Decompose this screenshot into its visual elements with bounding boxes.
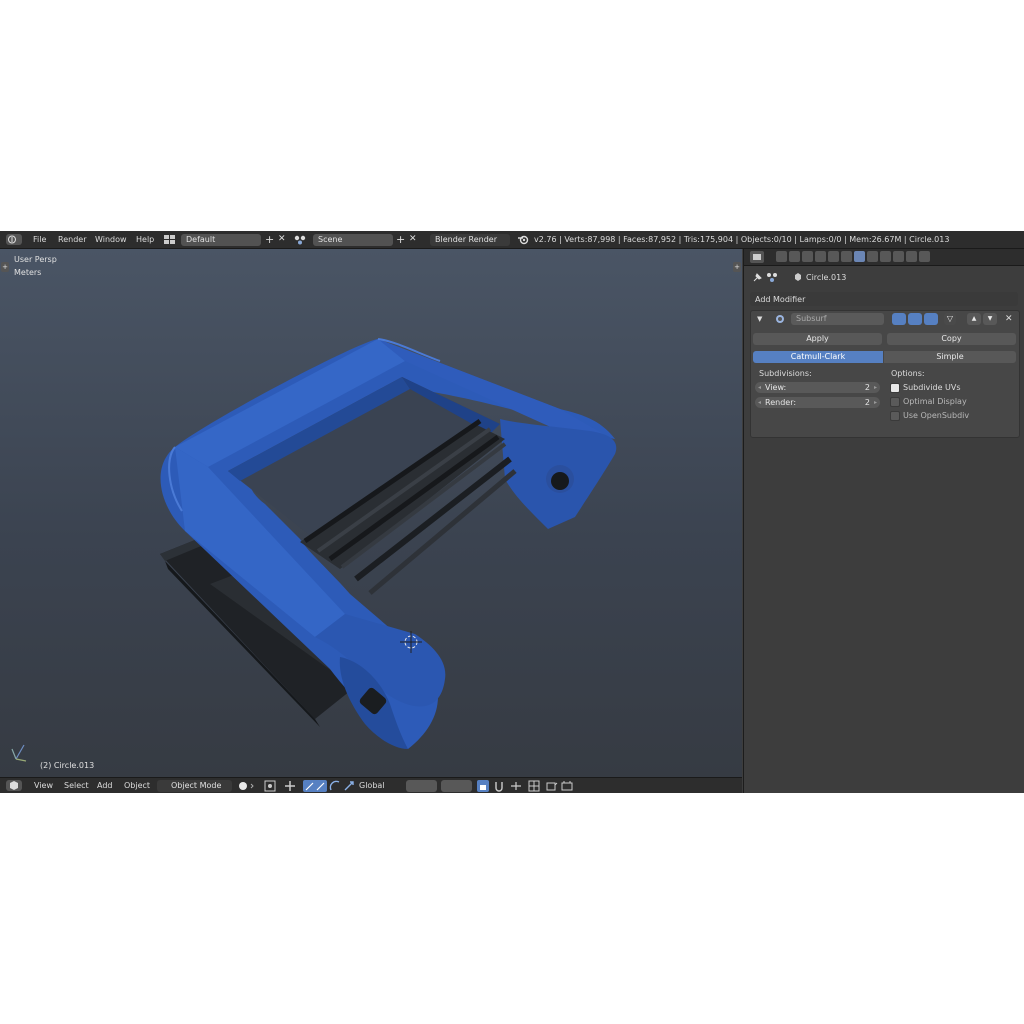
menu-render[interactable]: Render (58, 231, 86, 248)
options-label: Options: (891, 369, 925, 378)
modifier-cage-toggle[interactable]: ▽ (944, 313, 956, 325)
menu-add[interactable]: Add (97, 778, 113, 793)
menu-file[interactable]: File (33, 231, 46, 248)
tab-render-layers[interactable] (789, 251, 800, 262)
scene-stats: v2.76 | Verts:87,998 | Faces:87,952 | Tr… (534, 235, 950, 244)
menu-window[interactable]: Window (95, 231, 127, 248)
use-opensubdiv-label: Use OpenSubdiv (903, 411, 970, 420)
view-levels-field[interactable]: ◂ View: 2 ▸ (755, 382, 880, 393)
subsurf-modifier-icon (776, 315, 784, 323)
optimal-display-checkbox[interactable] (890, 397, 900, 407)
add-scene-icon[interactable]: + (396, 231, 405, 248)
pivot-point-icon[interactable] (264, 780, 276, 792)
render-levels-label: Render: (765, 398, 797, 407)
modifier-viewport-toggle[interactable] (908, 313, 922, 325)
3d-viewport[interactable]: User Persp Meters + + (2) Circle.013 (0, 249, 742, 777)
subdivide-uvs-label: Subdivide UVs (903, 383, 961, 392)
tab-render[interactable] (776, 251, 787, 262)
copy-button[interactable]: Copy (887, 333, 1016, 345)
snap-target-icon[interactable] (528, 780, 540, 792)
layers-group-1[interactable] (406, 780, 437, 792)
pin-icon[interactable] (752, 272, 763, 283)
collapse-arrow-icon[interactable]: ▼ (757, 315, 762, 323)
move-up-button[interactable]: ▲ (967, 313, 981, 325)
properties-tabs (744, 249, 1024, 266)
properties-editor-icon[interactable] (750, 251, 764, 263)
render-levels-field[interactable]: ◂ Render: 2 ▸ (755, 397, 880, 408)
add-screen-icon[interactable]: + (265, 231, 274, 248)
add-modifier-dropdown[interactable]: Add Modifier (750, 292, 1018, 306)
scene-field[interactable]: Scene (313, 234, 393, 246)
snap-icon[interactable] (493, 780, 505, 792)
modifier-editmode-toggle[interactable] (892, 313, 906, 325)
3d-model[interactable] (0, 249, 742, 777)
tab-world[interactable] (815, 251, 826, 262)
close-scene-icon[interactable]: ✕ (409, 231, 417, 248)
scene-icon[interactable] (293, 234, 307, 245)
info-header: File Render Window Help Default + ✕ Scen… (0, 231, 1024, 249)
object-name-label: Circle.013 (806, 273, 847, 282)
blender-window: File Render Window Help Default + ✕ Scen… (0, 231, 1024, 793)
render-engine-select[interactable]: Blender Render (430, 234, 510, 246)
viewport-header: View Select Add Object Object Mode Globa… (0, 777, 742, 793)
subsurf-modifier-panel: ▼ Subsurf ▽ ▲ ▼ ✕ Apply Copy Catmull-Cla… (750, 310, 1020, 438)
screen-layout-icon[interactable] (163, 234, 176, 245)
view-levels-value: 2 (864, 383, 870, 392)
menu-object[interactable]: Object (124, 778, 150, 793)
scene-context-icon (767, 273, 777, 282)
editor-type-icon[interactable] (6, 780, 22, 791)
close-screen-icon[interactable]: ✕ (278, 231, 286, 248)
tab-material[interactable] (880, 251, 891, 262)
render-levels-value: 2 (864, 398, 870, 407)
catmull-clark-tab[interactable]: Catmull-Clark (753, 351, 883, 363)
simple-tab[interactable]: Simple (884, 351, 1016, 363)
transform-orientation-select[interactable]: Global (359, 778, 385, 793)
lock-layers-icon[interactable] (477, 780, 489, 792)
add-modifier-label: Add Modifier (755, 295, 806, 304)
use-opensubdiv-checkbox[interactable] (890, 411, 900, 421)
manipulator-icon[interactable] (284, 780, 296, 792)
screen-layout-field[interactable]: Default (181, 234, 261, 246)
modifier-render-toggle[interactable] (924, 313, 938, 325)
menu-view[interactable]: View (34, 778, 53, 793)
menu-select[interactable]: Select (64, 778, 89, 793)
subdivide-uvs-checkbox[interactable] (890, 383, 900, 393)
blender-logo-icon (518, 235, 529, 245)
render-opengl-icon[interactable] (546, 780, 558, 792)
tab-texture[interactable] (893, 251, 904, 262)
tab-constraints[interactable] (841, 251, 852, 262)
tab-data[interactable] (867, 251, 878, 262)
translate-icon[interactable] (303, 780, 327, 792)
tab-physics[interactable] (919, 251, 930, 262)
layers-group-2[interactable] (441, 780, 472, 792)
modifier-name-field[interactable]: Subsurf (791, 313, 884, 325)
tab-particles[interactable] (906, 251, 917, 262)
view-levels-label: View: (765, 383, 787, 392)
shading-solid-icon[interactable] (238, 781, 256, 791)
subdivisions-label: Subdivisions: (759, 369, 812, 378)
rotate-icon[interactable] (329, 780, 341, 792)
optimal-display-label: Optimal Display (903, 397, 967, 406)
menu-help[interactable]: Help (136, 231, 154, 248)
blender-info-icon[interactable] (6, 234, 22, 245)
axis-gizmo-icon (11, 744, 27, 762)
active-object-label: (2) Circle.013 (40, 761, 95, 770)
properties-editor: Circle.013 Add Modifier ▼ Subsurf ▽ ▲ ▼ … (743, 249, 1024, 793)
tab-scene[interactable] (802, 251, 813, 262)
mode-select[interactable]: Object Mode (157, 780, 232, 792)
tab-object[interactable] (828, 251, 839, 262)
scale-icon[interactable] (343, 780, 355, 792)
apply-button[interactable]: Apply (753, 333, 882, 345)
remove-modifier-icon[interactable]: ✕ (1005, 314, 1013, 324)
move-down-button[interactable]: ▼ (983, 313, 997, 325)
object-cube-icon (795, 273, 801, 281)
snap-element-icon[interactable] (509, 780, 523, 792)
tab-modifiers[interactable] (854, 251, 865, 262)
render-animation-icon[interactable] (561, 780, 573, 792)
